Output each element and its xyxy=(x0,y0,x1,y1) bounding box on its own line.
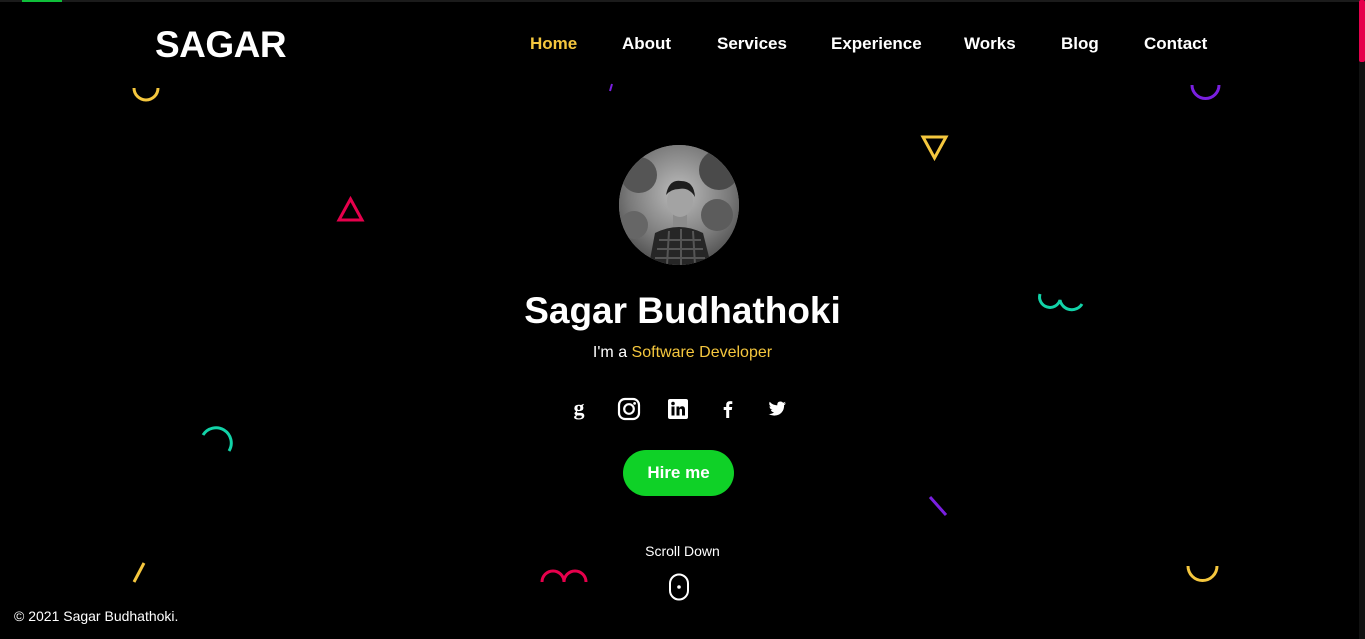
facebook-icon xyxy=(723,401,733,418)
purple-dash-shape xyxy=(609,83,613,92)
hero-role: I'm a Software Developer xyxy=(0,344,1365,362)
svg-text:g: g xyxy=(574,396,585,420)
nav-experience[interactable]: Experience xyxy=(831,34,922,54)
site-logo[interactable]: SAGAR xyxy=(155,24,287,66)
scroll-down-link[interactable] xyxy=(668,573,690,601)
twitter-link[interactable] xyxy=(764,396,790,422)
role-highlight: Software Developer xyxy=(631,344,773,361)
linkedin-link[interactable] xyxy=(665,396,691,422)
profile-photo xyxy=(619,145,739,265)
nav-contact[interactable]: Contact xyxy=(1144,34,1207,54)
teal-arc-shape xyxy=(201,426,233,452)
yellow-triangle-shape xyxy=(920,135,949,162)
nav-blog[interactable]: Blog xyxy=(1061,34,1099,54)
nav-about[interactable]: About xyxy=(622,34,671,54)
purple-arc-shape xyxy=(1190,84,1221,100)
twitter-icon xyxy=(768,401,786,416)
social-links: g xyxy=(566,395,796,422)
red-double-arc-shape xyxy=(540,569,588,583)
scroll-down-label: Scroll Down xyxy=(645,543,720,559)
instagram-icon xyxy=(617,397,641,421)
hero-name: Sagar Budhathoki xyxy=(524,290,841,331)
role-prefix: I'm a xyxy=(592,344,628,361)
yellow-arc-shape xyxy=(132,87,160,102)
nav-services[interactable]: Services xyxy=(717,34,787,54)
goodreads-link[interactable]: g xyxy=(566,395,592,422)
mouse-scroll-icon xyxy=(669,573,689,601)
goodreads-icon: g xyxy=(574,395,585,420)
red-triangle-shape xyxy=(336,196,365,222)
yellow-line-shape xyxy=(132,562,146,583)
hire-me-button[interactable]: Hire me xyxy=(623,450,734,496)
linkedin-icon xyxy=(668,399,688,419)
nav-home[interactable]: Home xyxy=(530,34,577,54)
yellow-bottom-arc-shape xyxy=(1186,565,1219,582)
site-header: SAGAR Home About Services Experience Wor… xyxy=(0,0,1365,90)
nav-works[interactable]: Works xyxy=(964,34,1016,54)
copyright-text: © 2021 Sagar Budhathoki. xyxy=(14,608,179,624)
facebook-link[interactable] xyxy=(715,396,741,422)
instagram-link[interactable] xyxy=(616,396,642,422)
purple-line-shape xyxy=(928,496,948,516)
profile-avatar xyxy=(619,145,739,265)
